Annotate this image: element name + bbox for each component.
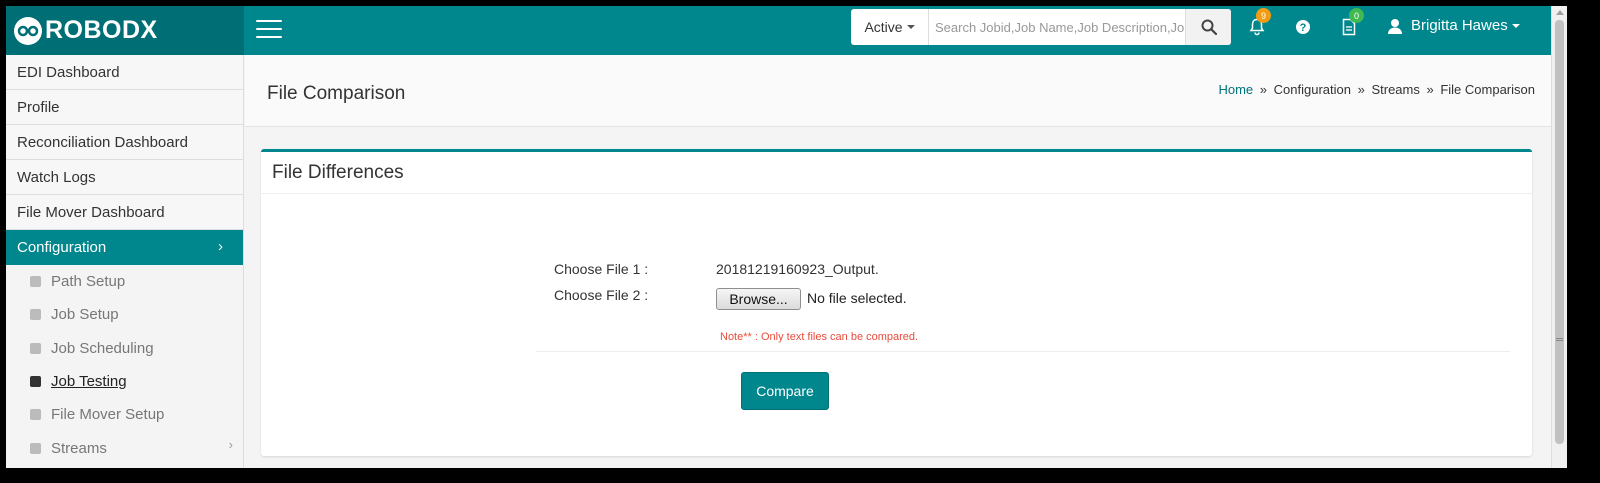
app-frame: ROBODX Active 9 (6, 6, 1567, 468)
content-header: File Comparison Home » Configuration » S… (245, 55, 1551, 127)
breadcrumb-separator: » (1259, 82, 1268, 97)
scrollbar-grip-icon (1556, 338, 1563, 341)
notifications-button[interactable]: 9 (1249, 8, 1271, 41)
page-title: File Comparison (267, 83, 406, 104)
file1-value: 20181219160923_Output. (716, 261, 879, 277)
robot-logo-icon (14, 16, 42, 45)
status-filter-dropdown[interactable]: Active (851, 9, 929, 45)
chevron-right-icon: › (228, 437, 233, 453)
question-circle-icon: ? (1296, 20, 1310, 34)
caret-down-icon (1511, 23, 1520, 28)
sidebar-item-watch-logs[interactable]: Watch Logs (6, 160, 243, 195)
search-group: Active (851, 9, 1231, 45)
divider (536, 351, 1510, 352)
sidebar-item-file-mover-dashboard[interactable]: File Mover Dashboard (6, 195, 243, 230)
sidebar-item-reconciliation-dashboard[interactable]: Reconciliation Dashboard (6, 125, 243, 160)
help-button[interactable]: ? (1295, 19, 1311, 40)
sidebar-item-label: Reconciliation Dashboard (17, 133, 188, 151)
sidebar-subitem-label: File Mover Setup (51, 406, 165, 424)
browse-button[interactable]: Browse... (716, 288, 801, 310)
tasks-button[interactable]: 0 (1342, 8, 1364, 41)
notifications-badge: 9 (1256, 8, 1271, 23)
search-icon (1201, 19, 1217, 35)
search-input[interactable] (929, 9, 1185, 45)
sidebar-item-profile[interactable]: Profile (6, 90, 243, 125)
user-name: Brigitta Hawes (1411, 17, 1508, 34)
svg-text:?: ? (1300, 22, 1307, 34)
brand-name: ROBODX (45, 16, 158, 44)
brand-logo[interactable]: ROBODX (6, 6, 244, 55)
breadcrumb-separator: » (1426, 82, 1434, 97)
sidebar-subitem-job-scheduling[interactable]: Job Scheduling (6, 332, 243, 365)
top-navbar: ROBODX Active 9 (6, 6, 1551, 55)
file-type-note: Note** : Only text files can be compared… (720, 331, 919, 343)
sidebar-item-label: File Mover Dashboard (17, 203, 165, 221)
scroll-up-arrow-icon[interactable] (1556, 10, 1564, 15)
breadcrumb-separator: » (1357, 82, 1365, 97)
chevron-right-icon: › (218, 238, 223, 255)
status-filter-value: Active (864, 19, 903, 35)
no-file-selected-text: No file selected. (807, 290, 907, 306)
caret-down-icon (906, 25, 915, 29)
sidebar-item-label: Profile (17, 98, 60, 116)
user-icon (1388, 18, 1402, 34)
file2-label: Choose File 2 : (554, 287, 649, 303)
bullet-square-icon (30, 376, 41, 388)
bullet-square-icon (30, 276, 41, 288)
panel-title: File Differences (261, 152, 1532, 194)
sidebar-subitem-label: Job Testing (51, 373, 127, 391)
sidebar-item-edi-dashboard[interactable]: EDI Dashboard (6, 55, 243, 90)
user-menu[interactable]: Brigitta Hawes (1387, 17, 1520, 34)
search-button[interactable] (1185, 9, 1231, 45)
scrollbar-thumb[interactable] (1555, 20, 1564, 444)
bullet-square-icon (30, 309, 41, 321)
sidebar-subitem-file-mover-setup[interactable]: File Mover Setup (6, 398, 243, 431)
bullet-square-icon (30, 342, 41, 354)
compare-button[interactable]: Compare (741, 372, 829, 410)
sidebar-item-label: EDI Dashboard (17, 63, 120, 81)
sidebar-subitem-streams[interactable]: Streams › (6, 431, 243, 464)
bullet-square-icon (30, 409, 41, 421)
sidebar-subitem-label: Streams (51, 439, 107, 457)
bullet-square-icon (30, 442, 41, 454)
sidebar-item-configuration[interactable]: Configuration › (6, 230, 243, 265)
vertical-scrollbar[interactable] (1551, 6, 1567, 468)
sidebar-subitem-label: Path Setup (51, 273, 126, 291)
tasks-badge: 0 (1349, 8, 1364, 23)
sidebar-item-label: Watch Logs (17, 168, 96, 186)
sidebar-subitem-label: Job Scheduling (51, 339, 154, 357)
sidebar-item-label: Configuration (17, 239, 107, 256)
breadcrumb-item: File Comparison (1440, 82, 1535, 97)
sidebar: EDI Dashboard Profile Reconciliation Das… (6, 55, 244, 468)
file-differences-panel: File Differences Choose File 1 : 2018121… (261, 149, 1532, 456)
breadcrumb: Home » Configuration » Streams » File Co… (1218, 82, 1535, 97)
sidebar-subitem-label: Job Setup (51, 306, 119, 324)
breadcrumb-item: Configuration (1273, 82, 1351, 97)
file1-label: Choose File 1 : (554, 261, 649, 277)
menu-toggle-icon[interactable] (256, 20, 282, 40)
breadcrumb-item: Streams (1371, 82, 1420, 97)
sidebar-subitem-path-setup[interactable]: Path Setup (6, 265, 243, 298)
breadcrumb-home-link[interactable]: Home (1218, 82, 1253, 97)
sidebar-subitem-job-setup[interactable]: Job Setup (6, 298, 243, 331)
sidebar-subitem-job-testing[interactable]: Job Testing (6, 365, 243, 398)
